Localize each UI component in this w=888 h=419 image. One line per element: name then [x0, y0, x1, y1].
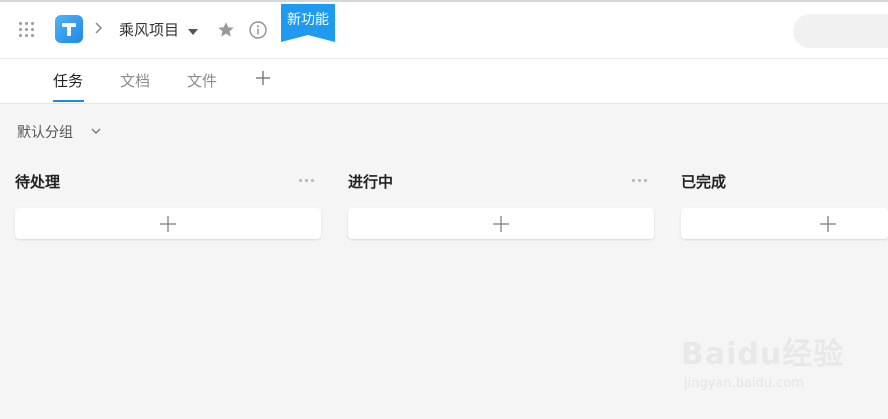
apps-grid-icon[interactable]: [19, 22, 35, 38]
project-name[interactable]: 乘风项目: [119, 20, 179, 40]
caret-down-icon[interactable]: [188, 29, 198, 35]
tab-bar: 任务 文档 文件: [0, 58, 888, 104]
active-tab-indicator: [53, 100, 84, 102]
more-options-icon[interactable]: [299, 178, 317, 184]
new-feature-label: 新功能: [287, 12, 329, 28]
watermark-url: jingyan.baidu.com: [684, 376, 804, 391]
add-tab-icon[interactable]: [253, 68, 273, 88]
new-feature-badge[interactable]: 新功能: [281, 4, 335, 42]
chevron-right-icon: [92, 18, 106, 38]
column-title-done: 已完成: [681, 173, 727, 191]
tab-files[interactable]: 文件: [187, 71, 217, 91]
tab-docs[interactable]: 文档: [120, 71, 150, 91]
add-task-button-todo[interactable]: [15, 208, 321, 239]
search-input[interactable]: [793, 14, 888, 48]
plus-icon: [820, 215, 836, 232]
column-title-in-progress: 进行中: [348, 173, 394, 191]
group-selector[interactable]: 默认分组: [17, 122, 101, 142]
column-title-todo: 待处理: [15, 173, 61, 191]
info-icon[interactable]: [248, 20, 268, 40]
tab-tasks[interactable]: 任务: [53, 71, 83, 91]
baidu-watermark: Baidu经验 jingyan.baidu.com: [676, 322, 846, 402]
app-logo-icon[interactable]: [55, 15, 83, 43]
add-task-button-done[interactable]: [681, 208, 888, 239]
chevron-down-icon: [91, 128, 101, 134]
top-header: 乘风项目 新功能: [0, 2, 888, 58]
add-task-button-in-progress[interactable]: [348, 208, 654, 239]
plus-icon: [493, 215, 509, 232]
watermark-title: Baidu经验: [681, 337, 845, 372]
star-icon[interactable]: [216, 20, 236, 40]
more-options-icon[interactable]: [632, 178, 650, 184]
plus-icon: [160, 215, 176, 232]
group-selector-label: 默认分组: [17, 125, 73, 141]
